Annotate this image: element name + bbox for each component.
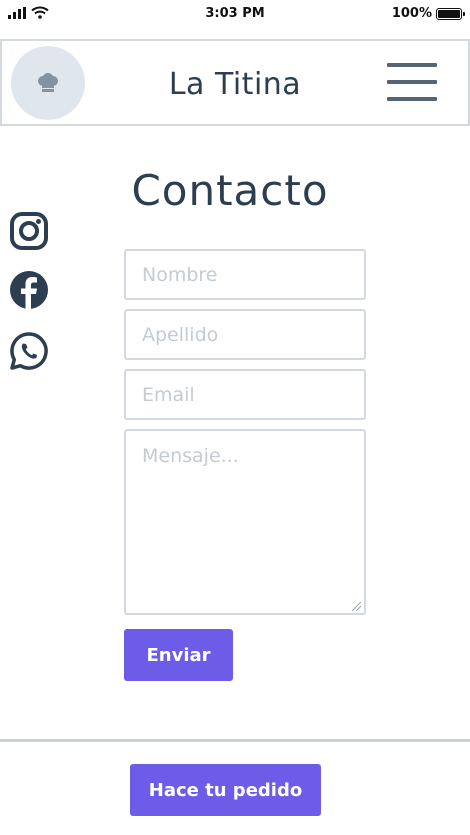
apellido-field[interactable] <box>124 309 366 360</box>
status-bar: 3:03 PM 100% <box>0 0 470 30</box>
instagram-link[interactable] <box>9 211 49 251</box>
email-field[interactable] <box>124 369 366 420</box>
whatsapp-link[interactable] <box>9 331 49 371</box>
send-button[interactable]: Enviar <box>124 629 233 681</box>
facebook-link[interactable] <box>9 270 49 310</box>
hamburger-menu-icon[interactable] <box>387 63 437 101</box>
facebook-icon <box>10 271 48 309</box>
menu-line <box>387 80 437 84</box>
battery-percentage: 100% <box>391 6 432 21</box>
nombre-field[interactable] <box>124 249 366 300</box>
app-header: La Titina <box>0 39 470 126</box>
divider <box>0 739 470 742</box>
resize-handle-icon[interactable] <box>350 600 362 612</box>
menu-line <box>387 63 437 67</box>
status-right: 100% <box>391 6 465 21</box>
mensaje-textarea[interactable] <box>124 429 366 615</box>
order-button[interactable]: Hace tu pedido <box>130 764 321 816</box>
page-title: Contacto <box>131 166 329 215</box>
instagram-icon <box>10 212 48 250</box>
whatsapp-icon <box>10 332 48 370</box>
battery-icon <box>436 7 465 20</box>
menu-line <box>387 97 437 101</box>
